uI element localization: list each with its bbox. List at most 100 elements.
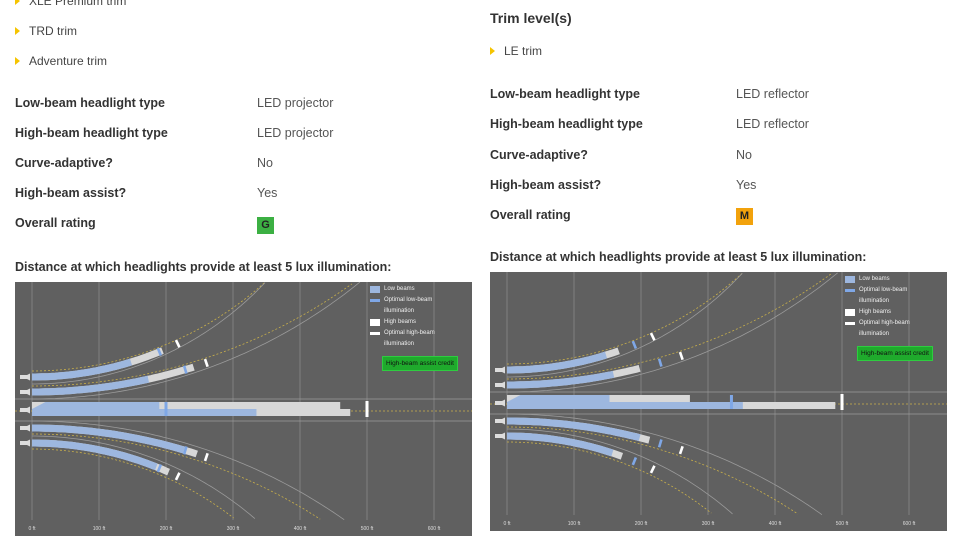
optimal-high-marker [203,452,209,462]
low-beam-band [507,395,610,402]
low-beam-band [32,439,158,471]
trim-item: LE trim [490,44,542,58]
bullet-arrow-icon [15,0,20,5]
legend-high-label: High beams [859,309,892,315]
high-beam-assist-value: Yes [257,186,278,200]
bullet-arrow-icon [15,27,20,35]
curve-adaptive-value: No [257,156,273,170]
optimal-low-marker [657,439,663,448]
legend-optimal-high-label: Optimal high-beam illumination [859,320,910,337]
x-tick-label: 0 ft [29,526,37,532]
low-beam-type-value: LED reflector [736,87,809,101]
optimal-low-marker [631,456,638,466]
legend-low-swatch [845,276,855,283]
high-beam-type-label: High-beam headlight type [490,117,643,131]
optimal-high-marker [649,465,656,474]
low-beam-band [507,351,608,374]
road-edge-line [507,428,733,515]
page: XLE Premium trim TRD trim Adventure trim… [0,0,960,539]
optimal-high-marker [174,472,181,481]
legend-high-label: High beams [384,319,417,325]
trim-label: LE trim [504,44,543,58]
diagram-legend: Low beams Optimal low-beam illumination … [845,274,937,361]
headlight-icon [20,373,30,381]
low-beam-band [507,402,743,409]
optimal-low-marker [631,340,638,350]
optimal-high-marker [649,332,656,341]
headlight-icon [495,366,505,374]
high-beam-assist-credit-badge: High-beam assist credit [857,346,933,361]
headlight-icon [20,424,30,432]
headlight-icon [495,381,505,389]
low-beam-band [507,370,615,389]
x-tick-label: 600 ft [428,526,441,532]
legend-optimal-low-swatch [370,299,380,302]
high-beam-type-label: High-beam headlight type [15,126,168,140]
legend-optimal-high-swatch [845,322,855,325]
optimal-high-marker [174,339,181,348]
diagram-legend: Low beams Optimal low-beam illumination … [370,284,462,371]
curve-adaptive-label: Curve-adaptive? [490,148,588,162]
optimal-low-marker [729,395,733,409]
rating-badge-good: G [257,217,274,234]
trim-label: Adventure trim [29,54,108,68]
low-beam-type-label: Low-beam headlight type [15,96,166,110]
optimal-high-marker [678,351,684,361]
x-tick-label: 300 ft [227,526,240,532]
road-edge-line [32,282,361,400]
trim-label: XLE Premium trim [29,0,127,8]
low-beam-type-value: LED projector [257,96,334,110]
trim-item: Adventure trim [15,54,107,68]
x-tick-label: 100 ft [93,526,106,532]
optimal-high-marker [203,358,209,368]
x-tick-label: 600 ft [903,521,916,527]
rating-badge-marginal: M [736,208,753,225]
x-tick-label: 0 ft [504,521,512,527]
legend-optimal-high-swatch [370,332,380,335]
left-vehicle-column: XLE Premium trim TRD trim Adventure trim… [0,0,472,539]
low-beam-type-label: Low-beam headlight type [490,87,641,101]
high-beam-assist-value: Yes [736,178,757,192]
right-vehicle-column: Trim level(s) LE trim Low-beam headlight… [475,0,947,539]
road-edge-line [507,273,743,378]
x-tick-label: 500 ft [836,521,849,527]
bullet-arrow-icon [15,57,20,65]
high-beam-assist-label: High-beam assist? [490,178,602,192]
headlight-icon [20,388,30,396]
x-tick-label: 500 ft [361,526,374,532]
trim-item: XLE Premium trim [15,0,126,8]
legend-optimal-low-swatch [845,289,855,292]
low-beam-band [32,402,160,409]
legend-optimal-low-label: Optimal low-beam illumination [384,297,433,314]
overall-rating-label: Overall rating [490,208,571,222]
x-tick-label: 200 ft [160,526,173,532]
low-beam-band [32,358,133,381]
bullet-arrow-icon [490,47,495,55]
curve-adaptive-label: Curve-adaptive? [15,156,113,170]
optimal-low-marker [164,402,168,416]
headlight-icon [495,399,505,407]
legend-high-swatch [845,309,855,316]
legend-high-swatch [370,319,380,326]
x-tick-label: 200 ft [635,521,648,527]
trim-item: TRD trim [15,24,77,38]
optimal-low-marker [657,358,663,367]
high-beam-type-value: LED projector [257,126,334,140]
high-beam-type-value: LED reflector [736,117,809,131]
trim-levels-heading: Trim level(s) [490,10,572,26]
optimal-high-marker [365,401,369,417]
road-edge-line [507,272,838,393]
trim-label: TRD trim [29,24,77,38]
optimal-high-marker [678,445,684,455]
legend-optimal-high-label: Optimal high-beam illumination [384,330,435,347]
headlight-distance-diagram: 0 ft 100 ft 200 ft 300 ft 400 ft 500 ft 600 ft… [15,282,472,536]
headlight-icon [20,406,30,414]
legend-low-label: Low beams [384,286,415,292]
legend-low-swatch [370,286,380,293]
high-beam-assist-credit-badge: High-beam assist credit [382,356,458,371]
x-tick-label: 300 ft [702,521,715,527]
headlight-distance-diagram: 0 ft 100 ft 200 ft 300 ft 400 ft 500 ft 600 ft… [490,272,947,531]
optimal-high-marker [840,394,844,410]
curve-adaptive-value: No [736,148,752,162]
road-edge-line [32,435,256,519]
